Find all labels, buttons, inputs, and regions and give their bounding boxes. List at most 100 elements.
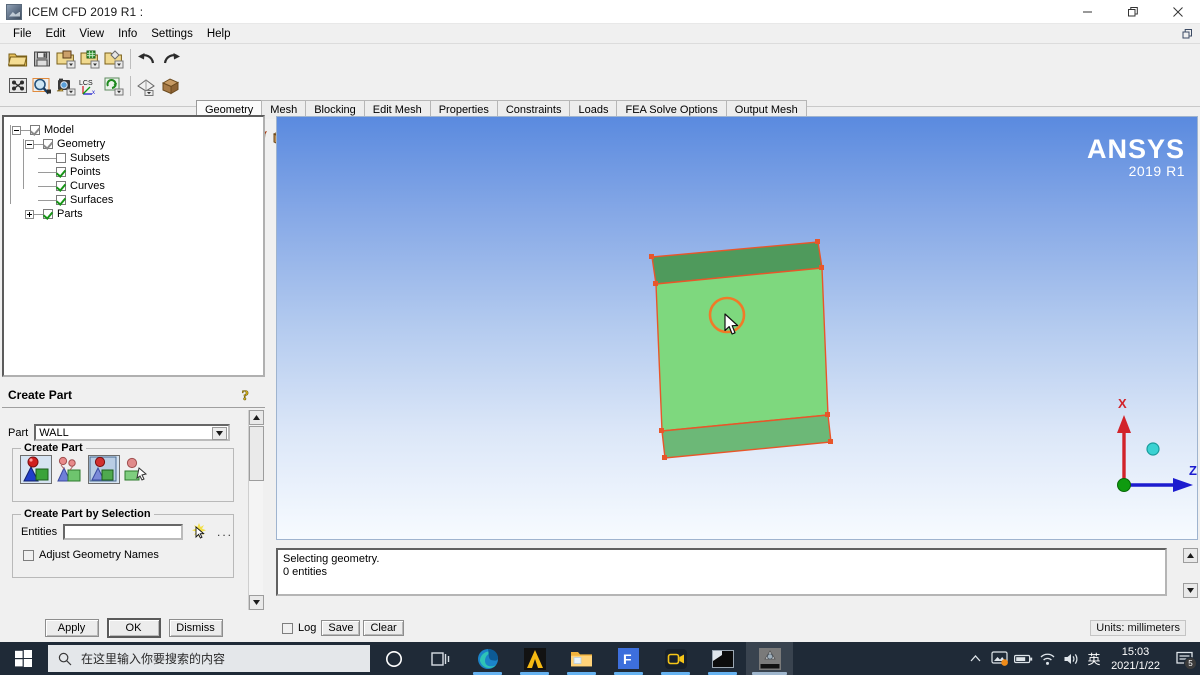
lcs-axes-icon[interactable]: LCS x (79, 75, 101, 97)
windows-start-icon[interactable] (0, 642, 46, 675)
expander-minus-icon[interactable] (25, 139, 34, 149)
render-mode-icon[interactable] (136, 75, 158, 97)
action-center-icon[interactable]: 5 (1168, 642, 1200, 675)
terminal-icon[interactable] (699, 642, 746, 675)
geometry-model[interactable] (277, 117, 1198, 540)
tree-node-parts[interactable]: Parts (25, 207, 263, 221)
fit-window-icon[interactable] (7, 75, 29, 97)
scroll-down-arrow-icon[interactable] (249, 595, 264, 610)
tree-checkbox[interactable] (56, 167, 66, 177)
clock-date: 2021/1/22 (1111, 659, 1160, 672)
log-label: Log (298, 622, 317, 634)
more-options-button[interactable]: ... (217, 525, 233, 539)
tree-node-points[interactable]: Points (38, 165, 263, 179)
minimize-button[interactable] (1065, 0, 1110, 24)
adjust-geometry-names-checkbox[interactable] (23, 549, 34, 561)
search-icon (58, 652, 72, 665)
clear-log-button[interactable]: Clear (363, 620, 404, 636)
file-explorer-icon[interactable] (558, 642, 605, 675)
solid-view-icon[interactable] (160, 75, 182, 97)
battery-icon[interactable] (1011, 642, 1035, 675)
menu-edit[interactable]: Edit (39, 26, 73, 42)
create-part-group: Create Part (12, 442, 234, 502)
screen-recorder-icon[interactable] (652, 642, 699, 675)
toolbar-separator (130, 49, 131, 69)
taskbar-search-box[interactable]: 在这里输入你要搜索的内容 (48, 645, 370, 672)
tree-checkbox[interactable] (56, 195, 66, 205)
open-geometry-icon[interactable] (55, 48, 77, 70)
menu-settings[interactable]: Settings (144, 26, 200, 42)
zoom-box-icon[interactable] (31, 75, 53, 97)
task-view-icon[interactable] (417, 642, 464, 675)
cortana-icon[interactable] (370, 642, 417, 675)
message-log[interactable]: Selecting geometry. 0 entities (276, 548, 1167, 596)
part-value: WALL (39, 426, 69, 439)
close-button[interactable] (1155, 0, 1200, 24)
chevron-down-icon[interactable] (212, 427, 228, 440)
ime-language-icon[interactable]: 英 (1083, 642, 1105, 675)
graphics-viewport[interactable]: ANSYS 2019 R1 X Z (276, 116, 1198, 540)
entities-input[interactable] (63, 524, 183, 540)
open-mesh-icon[interactable] (79, 48, 101, 70)
select-entities-cursor-icon[interactable] (189, 523, 209, 541)
tree-checkbox[interactable] (56, 153, 66, 163)
foxit-reader-icon[interactable]: F (605, 642, 652, 675)
save-file-icon[interactable] (31, 48, 53, 70)
part-combobox[interactable]: WALL (34, 424, 231, 441)
tree-node-curves[interactable]: Curves (38, 179, 263, 193)
adjust-geometry-names-label: Adjust Geometry Names (39, 549, 159, 561)
create-part-panel-header: Create Part ? (2, 382, 265, 408)
tree-node-subsets[interactable]: Subsets (38, 151, 263, 165)
tree-checkbox[interactable] (43, 139, 53, 149)
ansys-workbench-icon[interactable] (511, 642, 558, 675)
menu-view[interactable]: View (72, 26, 111, 42)
tree-checkbox[interactable] (56, 181, 66, 191)
undo-icon[interactable] (136, 48, 158, 70)
save-log-button[interactable]: Save (321, 620, 361, 636)
open-file-icon[interactable] (7, 48, 29, 70)
model-tree-panel[interactable]: Model Geometry Subsets Points Curves Sur… (2, 115, 265, 377)
open-blocking-icon[interactable] (103, 48, 125, 70)
dismiss-button[interactable]: Dismiss (168, 619, 223, 637)
menu-info[interactable]: Info (111, 26, 144, 42)
tree-connector (38, 199, 47, 201)
scroll-up-arrow-icon[interactable] (249, 410, 264, 425)
ok-button[interactable]: OK (106, 618, 161, 638)
tree-node-model[interactable]: Model (12, 123, 263, 137)
add-to-part-icon[interactable] (123, 456, 153, 483)
log-checkbox[interactable] (282, 622, 293, 634)
scroll-down-arrow-icon[interactable] (1183, 583, 1198, 598)
create-part-by-selection-icon[interactable] (88, 455, 120, 484)
icem-cfd-icon[interactable] (746, 642, 793, 675)
apply-button[interactable]: Apply (44, 619, 99, 637)
redo-icon[interactable] (160, 48, 182, 70)
panel-scrollbar[interactable] (248, 410, 264, 610)
tree-checkbox[interactable] (30, 125, 40, 135)
microsoft-edge-icon[interactable] (464, 642, 511, 675)
scroll-up-arrow-icon[interactable] (1183, 548, 1198, 563)
create-part-icon[interactable] (20, 455, 52, 484)
help-question-icon[interactable]: ? (239, 386, 257, 404)
create-part-from-points-icon[interactable] (55, 456, 85, 483)
volume-icon[interactable] (1059, 642, 1083, 675)
restore-down-icon[interactable] (1180, 26, 1196, 42)
expander-minus-icon[interactable] (12, 125, 21, 135)
wifi-icon[interactable] (1035, 642, 1059, 675)
tree-checkbox[interactable] (43, 209, 53, 219)
tree-label: Model (44, 124, 74, 136)
expander-plus-icon[interactable] (25, 209, 34, 219)
tree-node-surfaces[interactable]: Surfaces (38, 193, 263, 207)
refresh-display-icon[interactable] (103, 75, 125, 97)
scrollbar-thumb[interactable] (249, 426, 264, 481)
message-scrollbar[interactable] (1183, 548, 1198, 614)
window-title: ICEM CFD 2019 R1 : (28, 4, 144, 19)
taskbar-clock[interactable]: 15:03 2021/1/22 (1105, 645, 1168, 673)
tree-node-geometry[interactable]: Geometry (25, 137, 263, 151)
camera-view-icon[interactable] (55, 75, 77, 97)
nvidia-settings-icon[interactable] (987, 642, 1011, 675)
svg-text:X: X (1118, 396, 1127, 411)
menu-help[interactable]: Help (200, 26, 238, 42)
maximize-restore-button[interactable] (1110, 0, 1155, 24)
menu-file[interactable]: File (6, 26, 39, 42)
show-hidden-icons-chevron-icon[interactable] (963, 642, 987, 675)
